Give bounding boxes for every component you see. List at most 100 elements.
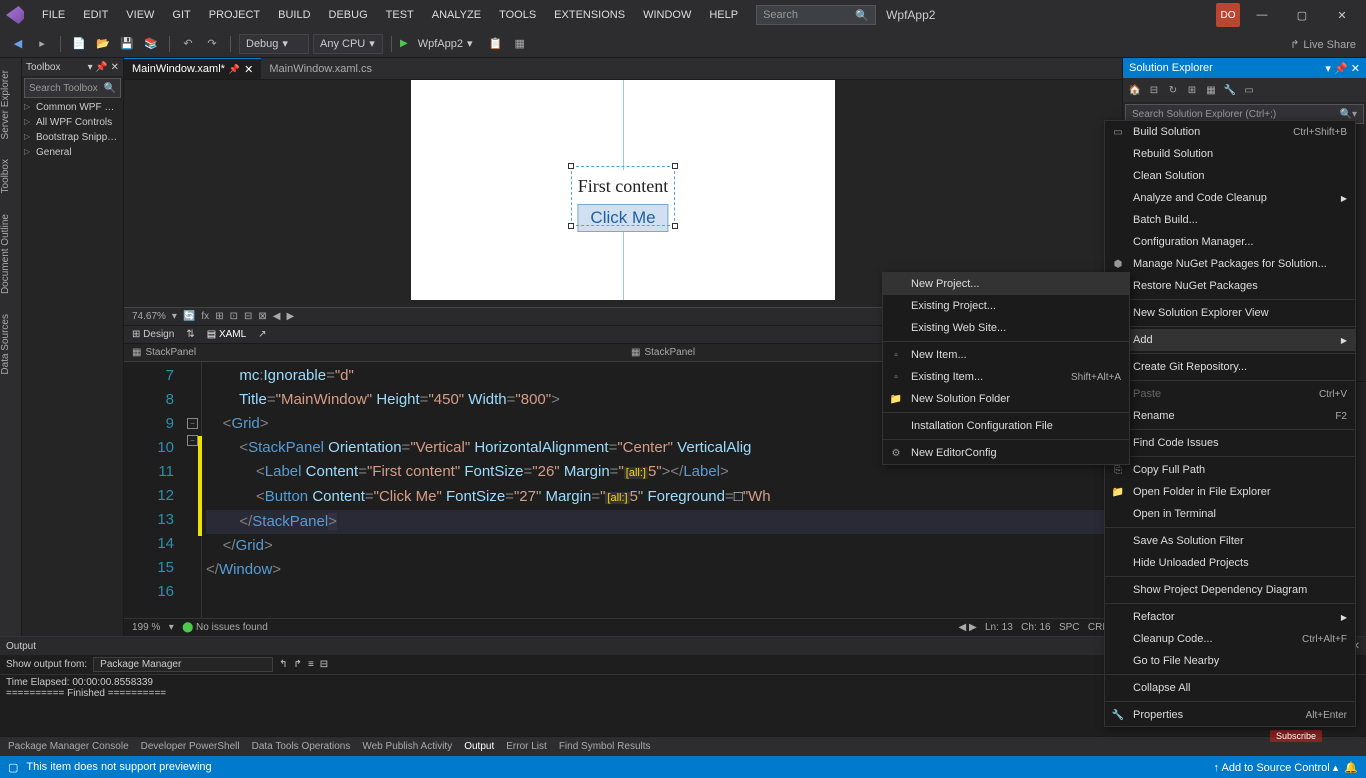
step2-button[interactable]: ▦ bbox=[510, 34, 530, 54]
toolbox-group[interactable]: Bootstrap Snippets bbox=[22, 130, 123, 145]
design-button[interactable]: Click Me bbox=[577, 204, 668, 232]
menu-item[interactable]: ◆Create Git Repository... bbox=[1105, 356, 1355, 378]
clear-icon[interactable]: ≡ bbox=[308, 659, 314, 670]
bottom-tab[interactable]: Web Publish Activity bbox=[362, 741, 452, 752]
filter-icon[interactable]: ⊞ bbox=[1184, 82, 1200, 98]
maximize-button[interactable]: ▢ bbox=[1284, 2, 1320, 28]
back-button[interactable]: ◀ bbox=[8, 34, 28, 54]
menu-edit[interactable]: EDIT bbox=[75, 5, 116, 25]
platform-dropdown[interactable]: Any CPU▾ bbox=[313, 34, 383, 54]
menu-tools[interactable]: TOOLS bbox=[491, 5, 544, 25]
close-icon[interactable]: ✕ bbox=[1351, 63, 1360, 75]
start-dropdown[interactable]: WpfApp2▾ bbox=[412, 34, 482, 54]
menu-item[interactable]: ▭Build SolutionCtrl+Shift+B bbox=[1105, 121, 1355, 143]
side-tab[interactable]: Toolbox bbox=[0, 155, 21, 197]
menu-item[interactable]: ▯New Solution Explorer View bbox=[1105, 302, 1355, 324]
menu-help[interactable]: HELP bbox=[701, 5, 746, 25]
pin-icon[interactable]: ▾ 📌 bbox=[88, 62, 108, 73]
menu-item[interactable]: Collapse All bbox=[1105, 677, 1355, 699]
menu-item[interactable]: Clean Solution bbox=[1105, 165, 1355, 187]
menu-item[interactable]: 📁New Solution Folder bbox=[883, 388, 1129, 410]
menu-item[interactable]: Find Code Issues bbox=[1105, 432, 1355, 454]
dropdown-icon[interactable]: ▾ bbox=[1325, 63, 1331, 75]
menu-window[interactable]: WINDOW bbox=[635, 5, 699, 25]
collapse-icon[interactable]: ⊟ bbox=[1146, 82, 1162, 98]
prev-icon[interactable]: ↰ bbox=[279, 659, 287, 670]
menu-item[interactable]: Go to File Nearby bbox=[1105, 650, 1355, 672]
undo-button[interactable]: ↶ bbox=[178, 34, 198, 54]
next-icon[interactable]: ↱ bbox=[294, 659, 302, 670]
minimize-button[interactable]: — bbox=[1244, 2, 1280, 28]
menu-item[interactable]: Refactor▶ bbox=[1105, 606, 1355, 628]
bottom-tab[interactable]: Error List bbox=[506, 741, 547, 752]
menu-view[interactable]: VIEW bbox=[118, 5, 162, 25]
output-source-dropdown[interactable]: Package Manager bbox=[93, 657, 273, 672]
menu-item[interactable]: Add▶ bbox=[1105, 329, 1355, 351]
menu-item[interactable]: Show Project Dependency Diagram bbox=[1105, 579, 1355, 601]
menu-item[interactable]: Cleanup Code...Ctrl+Alt+F bbox=[1105, 628, 1355, 650]
config-dropdown[interactable]: Debug▾ bbox=[239, 34, 309, 54]
side-tab[interactable]: Data Sources bbox=[0, 310, 21, 379]
menu-item[interactable]: ▫Existing Item...Shift+Alt+A bbox=[883, 366, 1129, 388]
doc-tab[interactable]: MainWindow.xaml.cs bbox=[261, 58, 380, 79]
menu-item[interactable]: ⬢Manage NuGet Packages for Solution... bbox=[1105, 253, 1355, 275]
menu-item[interactable]: Rebuild Solution bbox=[1105, 143, 1355, 165]
home-icon[interactable]: 🏠 bbox=[1127, 82, 1143, 98]
side-tab[interactable]: Document Outline bbox=[0, 210, 21, 298]
new-button[interactable]: 📄 bbox=[69, 34, 89, 54]
forward-button[interactable]: ▸ bbox=[32, 34, 52, 54]
design-canvas[interactable]: First content Click Me bbox=[411, 80, 835, 300]
bottom-tab[interactable]: Developer PowerShell bbox=[141, 741, 240, 752]
side-tab[interactable]: Server Explorer bbox=[0, 66, 21, 143]
redo-button[interactable]: ↷ bbox=[202, 34, 222, 54]
menu-item[interactable]: 🔧PropertiesAlt+Enter bbox=[1105, 704, 1355, 726]
design-label[interactable]: First content bbox=[578, 176, 669, 197]
doc-tab[interactable]: MainWindow.xaml* 📌 ✕ bbox=[124, 58, 261, 79]
breadcrumb-left[interactable]: ▦ StackPanel bbox=[124, 344, 623, 361]
user-avatar[interactable]: DO bbox=[1216, 3, 1240, 27]
menu-item[interactable]: Save As Solution Filter bbox=[1105, 530, 1355, 552]
menu-item[interactable]: RenameF2 bbox=[1105, 405, 1355, 427]
bottom-tab[interactable]: Find Symbol Results bbox=[559, 741, 651, 752]
menu-item[interactable]: ▫New Item... bbox=[883, 344, 1129, 366]
pin-icon[interactable]: 📌 bbox=[229, 64, 240, 75]
code-zoom[interactable]: 199 % bbox=[132, 622, 160, 633]
menu-item[interactable]: Batch Build... bbox=[1105, 209, 1355, 231]
menu-item[interactable]: Existing Web Site... bbox=[883, 317, 1129, 339]
menu-analyze[interactable]: ANALYZE bbox=[424, 5, 489, 25]
menu-extensions[interactable]: EXTENSIONS bbox=[546, 5, 633, 25]
preview-icon[interactable]: ▭ bbox=[1241, 82, 1257, 98]
toolbox-group[interactable]: All WPF Controls bbox=[22, 115, 123, 130]
bottom-tab[interactable]: Data Tools Operations bbox=[252, 741, 351, 752]
menu-debug[interactable]: DEBUG bbox=[321, 5, 376, 25]
close-icon[interactable]: ✕ bbox=[111, 62, 119, 73]
toolbox-search-input[interactable]: Search Toolbox🔍 bbox=[24, 78, 121, 98]
menu-test[interactable]: TEST bbox=[378, 5, 422, 25]
notifications-icon[interactable]: 🔔 bbox=[1344, 761, 1358, 774]
menu-item[interactable]: 📋PasteCtrl+V bbox=[1105, 383, 1355, 405]
sync-icon[interactable]: ↻ bbox=[1165, 82, 1181, 98]
saveall-button[interactable]: 📚 bbox=[141, 34, 161, 54]
wrap-icon[interactable]: ⊟ bbox=[320, 659, 328, 670]
menu-item[interactable]: Existing Project... bbox=[883, 295, 1129, 317]
bottom-tab[interactable]: Output bbox=[464, 741, 494, 752]
quicksearch-input[interactable]: Search🔍 bbox=[756, 5, 876, 25]
showall-icon[interactable]: ▦ bbox=[1203, 82, 1219, 98]
menu-item[interactable]: ⎘Copy Full Path bbox=[1105, 459, 1355, 481]
open-button[interactable]: 📂 bbox=[93, 34, 113, 54]
liveshare-button[interactable]: ↱ Live Share bbox=[1290, 38, 1356, 51]
zoom-level[interactable]: 74.67% bbox=[132, 311, 166, 322]
pin-icon[interactable]: 📌 bbox=[1334, 63, 1348, 75]
xaml-tab[interactable]: ▤ XAML bbox=[207, 329, 246, 340]
bottom-tab[interactable]: Package Manager Console bbox=[8, 741, 129, 752]
save-button[interactable]: 💾 bbox=[117, 34, 137, 54]
source-control-button[interactable]: ↑ Add to Source Control ▴ bbox=[1214, 761, 1339, 774]
menu-item[interactable]: 📁Open Folder in File Explorer bbox=[1105, 481, 1355, 503]
swap-button[interactable]: ⇅ bbox=[186, 329, 194, 340]
menu-item[interactable]: ⚙New EditorConfig bbox=[883, 442, 1129, 464]
props-icon[interactable]: 🔧 bbox=[1222, 82, 1238, 98]
menu-item[interactable]: New Project... bbox=[883, 273, 1129, 295]
menu-item[interactable]: Open in Terminal bbox=[1105, 503, 1355, 525]
step-button[interactable]: 📋 bbox=[486, 34, 506, 54]
menu-project[interactable]: PROJECT bbox=[201, 5, 268, 25]
